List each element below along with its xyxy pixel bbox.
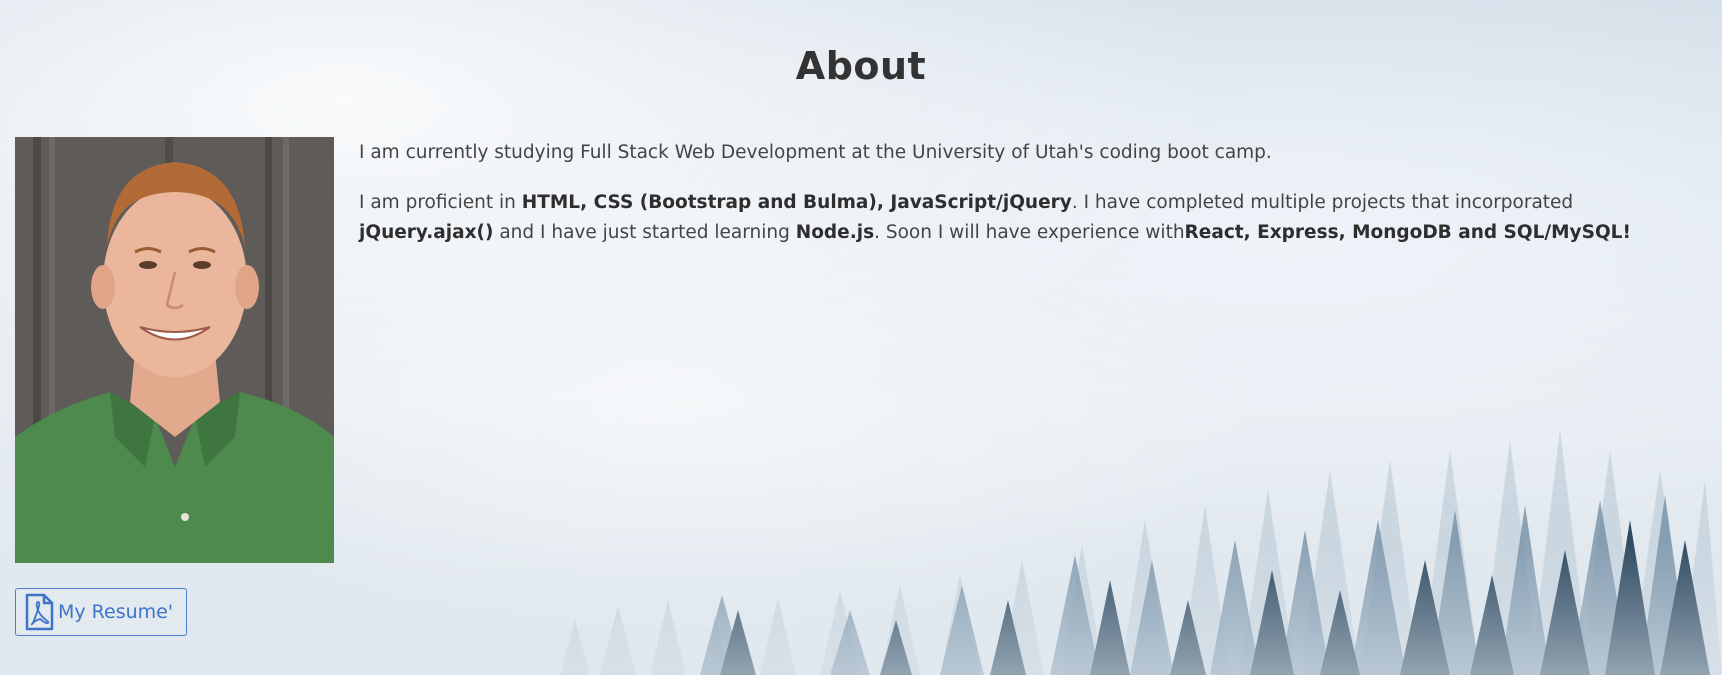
about-text: I am currently studying Full Stack Web D… — [359, 138, 1669, 268]
text-segment: . I have completed multiple projects tha… — [1071, 192, 1574, 213]
pdf-file-icon — [24, 593, 54, 631]
skills-bold: HTML, CSS (Bootstrap and Bulma), JavaScr… — [521, 192, 1072, 213]
text-segment: and I have just started learning — [493, 222, 796, 243]
about-paragraph-1: I am currently studying Full Stack Web D… — [359, 142, 1272, 163]
about-paragraph-2: I am proficient in HTML, CSS (Bootstrap … — [359, 188, 1669, 248]
text-segment: I am proficient in — [359, 192, 522, 213]
resume-button-label: My Resume' — [58, 601, 174, 623]
page-title: About — [795, 44, 927, 88]
text-segment: . Soon I will have experience with — [874, 222, 1185, 243]
resume-button[interactable]: My Resume' — [15, 588, 187, 636]
future-skills-bold: React, Express, MongoDB and SQL/MySQL! — [1184, 222, 1631, 243]
profile-photo — [15, 137, 334, 563]
ajax-bold: jQuery.ajax() — [359, 222, 494, 243]
about-page: About My Resume' I am currently studying… — [0, 0, 1722, 675]
node-bold: Node.js — [795, 222, 875, 243]
